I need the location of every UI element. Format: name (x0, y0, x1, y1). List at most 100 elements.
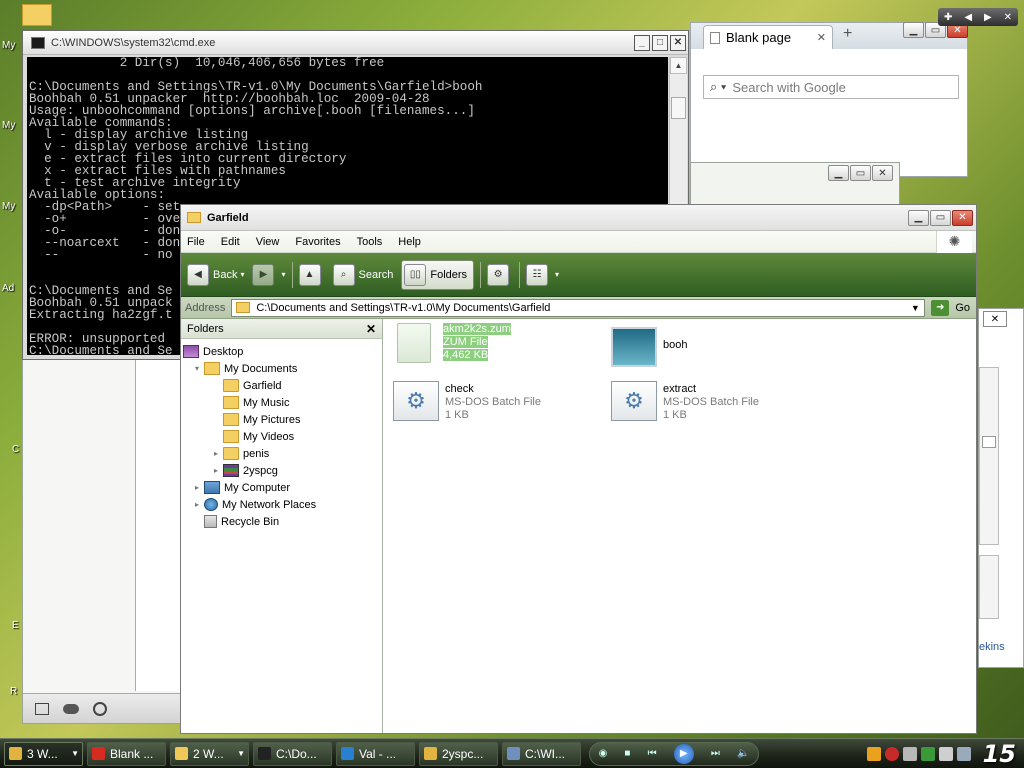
volume-icon[interactable]: 🔈 (737, 748, 749, 759)
scroll-up-icon[interactable]: ▲ (670, 57, 687, 74)
new-tab-icon[interactable]: + (843, 25, 852, 43)
chevron-down-icon[interactable]: ▼ (71, 749, 79, 758)
scroll-thumb[interactable] (671, 97, 686, 119)
previous-icon[interactable]: ⏮ (648, 748, 657, 759)
desktop-folder-icon[interactable] (22, 4, 52, 26)
gauge-icon[interactable] (93, 701, 107, 716)
tray-icon[interactable] (902, 746, 917, 761)
cmd-titlebar[interactable]: C:\WINDOWS\system32\cmd.exe _ □ ✕ (23, 31, 688, 55)
close-button[interactable]: ✕ (670, 34, 686, 51)
desktop-icon-label[interactable]: C (12, 444, 19, 455)
up-button[interactable]: ▲ (298, 260, 325, 290)
tray-icon[interactable] (920, 746, 935, 761)
forward-button[interactable]: ▶ ▾ (252, 260, 286, 290)
desktop-icon-label[interactable]: R (10, 686, 17, 697)
search-input[interactable]: ⌕ ▾ Search with Google (703, 75, 959, 99)
maximize-button[interactable]: □ (652, 34, 668, 51)
tree-item[interactable]: ▸ My Network Places (192, 496, 316, 513)
expand-arrow-icon[interactable]: ▸ (192, 500, 202, 509)
back-button[interactable]: ◀ Back ▾ (187, 260, 244, 290)
scroll-thumb[interactable] (982, 436, 996, 448)
chevron-down-icon[interactable]: ▼ (237, 749, 245, 758)
expand-arrow-icon[interactable]: ▾ (192, 364, 202, 373)
tree-item[interactable]: ▸ penis (211, 445, 269, 462)
chevron-down-icon[interactable]: ▼ (908, 303, 922, 313)
file-item[interactable]: ⚙ check MS-DOS Batch File 1 KB (393, 381, 541, 422)
taskbar-button[interactable]: 3 W... ▼ (4, 741, 83, 766)
folders-button[interactable]: ▯▯ Folders (401, 259, 475, 290)
go-button[interactable]: ➜ Go (931, 299, 970, 316)
views-button[interactable]: ☷ ▾ (526, 260, 559, 290)
close-button[interactable]: ✕ (983, 311, 1007, 327)
tree-item[interactable]: My Pictures (211, 411, 300, 428)
arrow-left-icon[interactable]: ◀ (964, 12, 972, 23)
close-button[interactable]: ✕ (872, 165, 893, 181)
search-button[interactable]: ⌕ Search (332, 260, 393, 290)
tray-icon[interactable] (884, 746, 899, 761)
maximize-button[interactable]: ▭ (850, 165, 871, 181)
stop-icon[interactable]: ■ (624, 748, 630, 759)
tree-item[interactable]: ▾ My Documents (192, 360, 297, 377)
arrow-right-icon[interactable]: ▶ (984, 12, 992, 23)
menu-favorites[interactable]: Favorites (295, 236, 340, 248)
taskbar-button[interactable]: Blank ... (87, 741, 166, 766)
side-window-link[interactable]: ekins (979, 641, 1005, 653)
close-icon[interactable]: ✕ (1004, 12, 1012, 23)
menu-help[interactable]: Help (398, 236, 421, 248)
expand-arrow-icon[interactable]: ▸ (211, 449, 221, 458)
media-icon[interactable]: ◉ (599, 748, 608, 759)
taskbar-button[interactable]: 2 W... ▼ (170, 741, 249, 766)
add-icon[interactable]: ✚ (944, 12, 952, 23)
close-button[interactable]: ✕ (952, 209, 973, 226)
chevron-down-icon[interactable]: ▾ (240, 270, 244, 279)
desktop-icon-label[interactable]: E (12, 620, 19, 631)
minimize-button[interactable]: ▁ (908, 209, 929, 226)
side-window[interactable]: ✕ ekins (978, 308, 1024, 668)
minimize-button[interactable]: ▁ (828, 165, 849, 181)
play-button[interactable]: ▶ (673, 743, 694, 764)
minimize-button[interactable]: ▁ (903, 22, 924, 38)
screen-icon[interactable] (35, 702, 49, 715)
taskbar-button[interactable]: C:\Do... (253, 741, 332, 766)
settings-button[interactable]: ⚙ (487, 260, 513, 290)
chevron-down-icon[interactable]: ▾ (555, 270, 559, 279)
close-tab-icon[interactable]: ✕ (817, 31, 826, 44)
explorer-window[interactable]: Garfield ▁ ▭ ✕ File Edit View Favorites … (180, 204, 977, 734)
expand-arrow-icon[interactable]: ▸ (211, 466, 221, 475)
tree-item[interactable]: Garfield (211, 377, 282, 394)
maximize-button[interactable]: ▭ (930, 209, 951, 226)
taskbar-button[interactable]: 2yspc... (419, 741, 498, 766)
explorer-titlebar[interactable]: Garfield ▁ ▭ ✕ (181, 205, 976, 231)
side-scrollbar-lower[interactable] (979, 555, 999, 619)
chevron-down-icon[interactable]: ▾ (281, 270, 285, 279)
taskbar-button[interactable]: Val - ... (336, 741, 415, 766)
desktop-icon-label[interactable]: My (2, 201, 15, 212)
tray-icon[interactable] (956, 746, 971, 761)
address-input[interactable]: C:\Documents and Settings\TR-v1.0\My Doc… (231, 298, 926, 317)
tree-item[interactable]: Recycle Bin (192, 513, 279, 530)
clock[interactable]: 15 (983, 740, 1016, 768)
desktop-icon-label[interactable]: Ad (2, 283, 14, 294)
minimize-button[interactable]: _ (634, 34, 650, 51)
taskbar-button[interactable]: C:\WI... (502, 741, 581, 766)
expand-arrow-icon[interactable]: ▸ (192, 483, 202, 492)
menu-file[interactable]: File (187, 236, 205, 248)
tree-item[interactable]: My Music (211, 394, 289, 411)
browser-tab[interactable]: Blank page ✕ (703, 25, 833, 49)
side-scrollbar[interactable] (979, 367, 999, 545)
browser-window[interactable]: Blank page ✕ + ▼ ⌕ ▾ Search with Google (690, 22, 968, 177)
close-pane-icon[interactable]: ✕ (366, 322, 376, 336)
tree-item[interactable]: My Videos (211, 428, 294, 445)
file-item[interactable]: ⚙ extract MS-DOS Batch File 1 KB (611, 381, 759, 422)
menu-tools[interactable]: Tools (357, 236, 383, 248)
menu-edit[interactable]: Edit (221, 236, 240, 248)
menu-view[interactable]: View (256, 236, 280, 248)
next-icon[interactable]: ⏭ (711, 748, 720, 759)
desktop-icon-label[interactable]: My (2, 40, 15, 51)
desktop-icon-label[interactable]: My (2, 120, 15, 131)
tray-icon[interactable] (938, 746, 953, 761)
cloud-icon[interactable] (63, 703, 79, 714)
tree-item[interactable]: Desktop (183, 343, 243, 360)
tree-item[interactable]: ▸ 2yspcg (211, 462, 278, 479)
file-item[interactable]: akm2k2s.zum ZUM File 4,462 KB (391, 323, 511, 363)
